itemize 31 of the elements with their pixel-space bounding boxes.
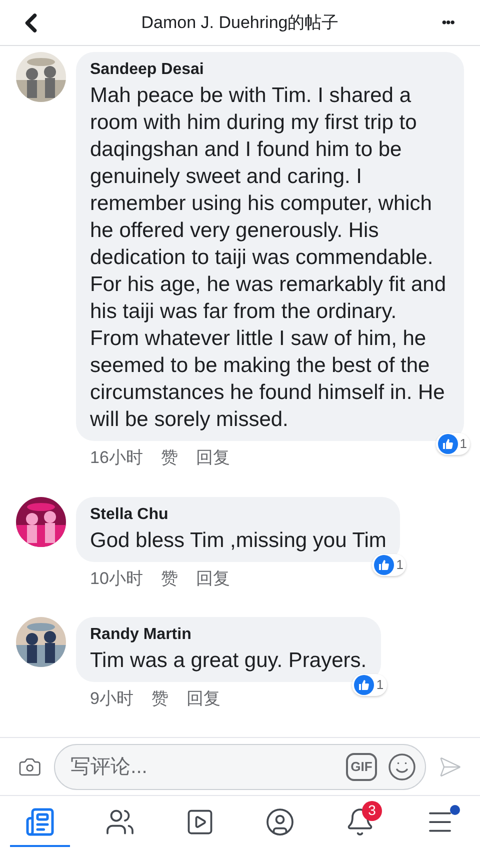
reaction-count: 1 (436, 433, 470, 455)
comment-text: God bless Tim ,missing you Tim (90, 528, 386, 554)
profile-icon (265, 806, 295, 836)
news-feed-icon (25, 806, 55, 836)
like-icon (374, 554, 394, 574)
more-button[interactable]: ••• (432, 12, 464, 33)
like-link[interactable]: 赞 (160, 566, 178, 591)
reaction-count: 1 (372, 554, 406, 576)
reaction-count: 1 (352, 674, 387, 696)
comment-time: 10小时 (90, 568, 143, 590)
comment-time: 16小时 (90, 447, 143, 469)
like-icon (438, 434, 458, 454)
emoji-icon[interactable] (387, 752, 418, 782)
comment-text: Tim was a great guy. Prayers. (90, 648, 367, 674)
bell-icon (345, 806, 375, 836)
comment-text: Mah peace be with Tim. I shared a room with him during my first trip to daqingshan and I found him to be genuinely sweet and caring. I remember using his computer, which he offered very generously. His dedication to taiji was commendable. For his age, he was remarkably fit and his taiji was far from the ordinary. From whatever little I saw of him, he seemed to be making the best of the circumstances he found himself in. He will be sorely missed. (90, 83, 447, 433)
page-title: Damon J. Duehring的帖子 (140, 12, 340, 34)
like-link[interactable]: 赞 (151, 686, 168, 712)
reply-link[interactable]: 回复 (196, 445, 230, 470)
comment-field[interactable]: 写评论... GIF (54, 744, 426, 790)
tab-button[interactable]: 3 (330, 798, 390, 846)
commenter-name[interactable]: Stella Chu (90, 502, 386, 526)
like-icon (354, 675, 374, 695)
comment-time: 9小时 (90, 688, 134, 710)
reply-link[interactable]: 回复 (196, 566, 230, 591)
gif-button[interactable]: GIF (346, 752, 378, 780)
reply-link[interactable]: 回复 (186, 686, 220, 712)
like-link[interactable]: 赞 (160, 445, 178, 470)
commenter-name[interactable]: Randy Martin (90, 623, 367, 647)
notification-badge: 3 (362, 800, 382, 820)
commenter-name[interactable]: Sandeep Desai (90, 58, 450, 82)
